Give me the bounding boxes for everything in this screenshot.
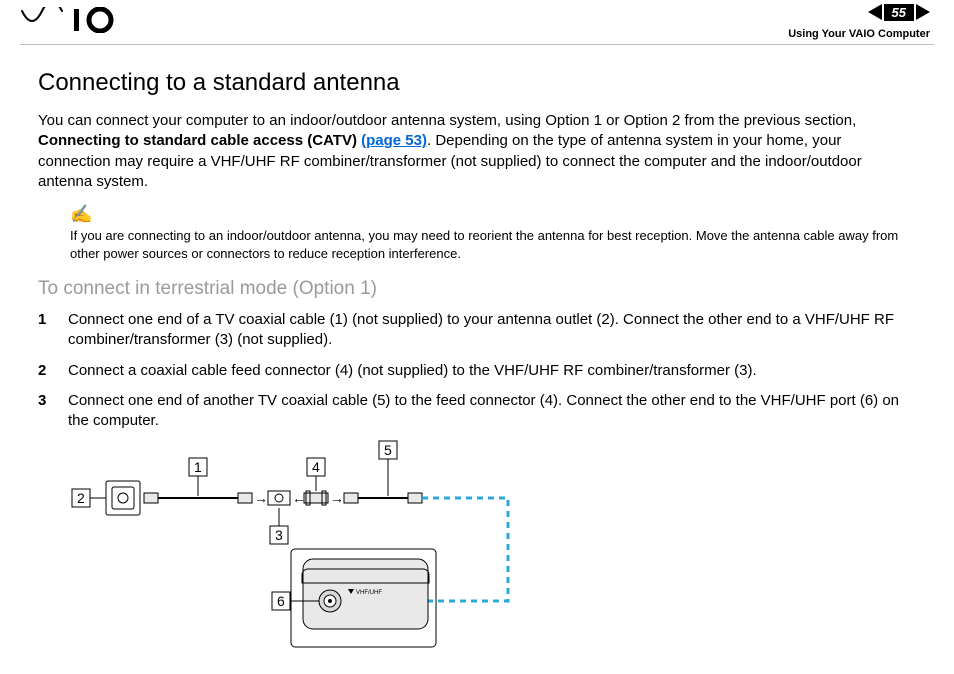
page-number: 55 (884, 4, 914, 21)
header-right: 55 Using Your VAIO Computer (788, 4, 930, 41)
diagram-label-6: 6 (277, 593, 285, 609)
note-block: ✍ If you are connecting to an indoor/out… (38, 202, 916, 272)
svg-text:VHF/UHF: VHF/UHF (356, 590, 382, 596)
intro-paragraph: You can connect your computer to an indo… (38, 111, 916, 192)
diagram-label-1: 1 (194, 459, 202, 475)
steps-list: Connect one end of a TV coaxial cable (1… (38, 310, 916, 431)
svg-text:→: → (254, 490, 268, 506)
step-item: Connect one end of a TV coaxial cable (1… (38, 310, 916, 351)
svg-text:→: → (330, 490, 344, 506)
vaio-logo (20, 7, 130, 38)
page-title: Connecting to a standard antenna (38, 69, 916, 97)
note-text: If you are connecting to an indoor/outdo… (70, 227, 916, 262)
connection-diagram: 2 1 → ← → 3 4 (38, 441, 916, 656)
diagram-label-3: 3 (275, 527, 283, 543)
page-53-link[interactable]: (page 53) (361, 132, 427, 149)
intro-text-pre: You can connect your computer to an indo… (38, 112, 856, 129)
diagram-label-5: 5 (384, 442, 392, 458)
note-icon: ✍ (70, 204, 92, 225)
page-header: 55 Using Your VAIO Computer (0, 0, 954, 44)
intro-text-bold: Connecting to standard cable access (CAT… (38, 132, 361, 149)
page-content: Connecting to a standard antenna You can… (0, 45, 954, 656)
vaio-logo-svg (20, 7, 130, 33)
section-title: Using Your VAIO Computer (788, 28, 930, 40)
subsection-title: To connect in terrestrial mode (Option 1… (38, 278, 916, 300)
step-item: Connect a coaxial cable feed connector (… (38, 361, 916, 381)
step-item: Connect one end of another TV coaxial ca… (38, 391, 916, 432)
prev-page-arrow-icon[interactable] (868, 4, 882, 20)
diagram-label-2: 2 (77, 490, 85, 506)
next-page-arrow-icon[interactable] (916, 4, 930, 20)
diagram-label-4: 4 (312, 459, 320, 475)
page-navigator: 55 (868, 4, 930, 21)
